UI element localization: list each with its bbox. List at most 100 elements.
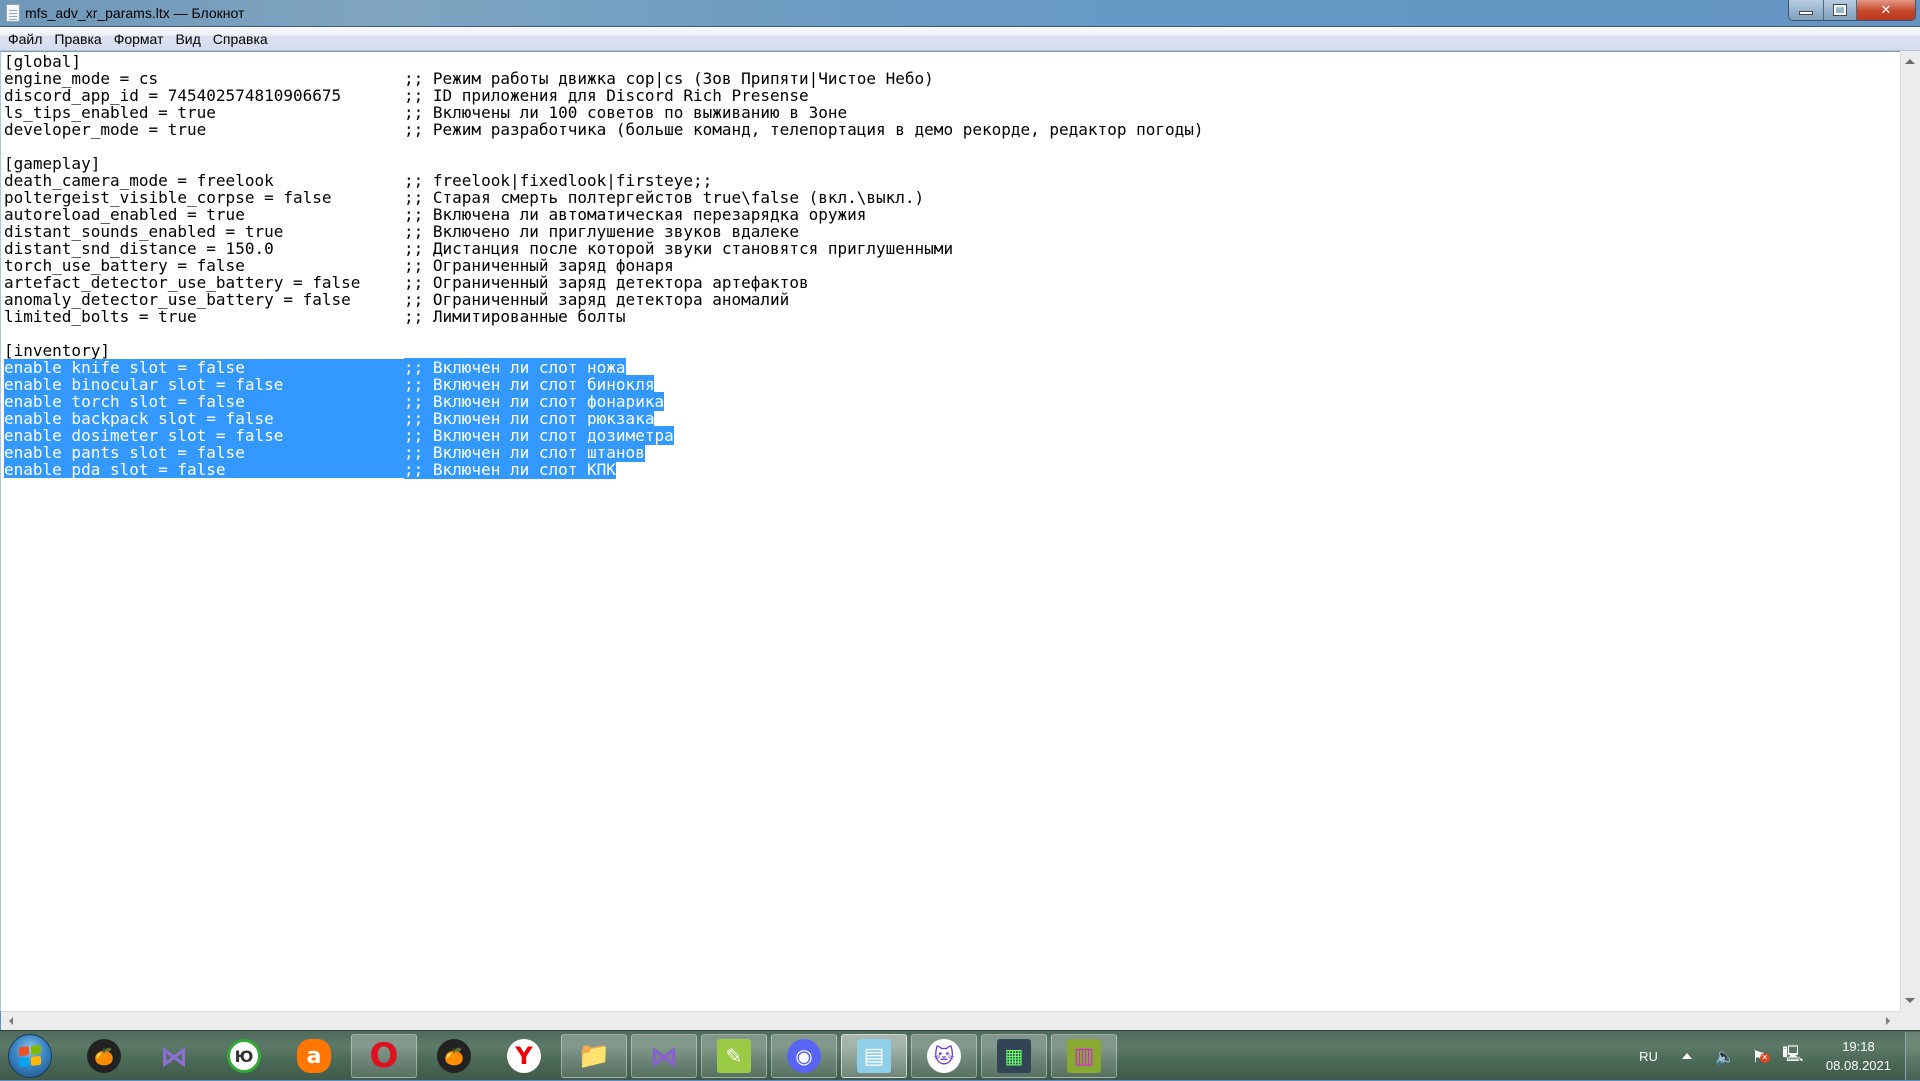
taskbar-app-yandex-browser[interactable]: Y — [491, 1034, 557, 1078]
scroll-up-icon[interactable] — [1905, 59, 1915, 64]
line-key: autoreload_enabled = true — [4, 205, 245, 224]
text-line: limited_bolts = true ;; Лимитированные бо… — [4, 308, 1204, 325]
menu-file[interactable]: Файл — [2, 31, 48, 47]
notepad-icon: ▤ — [857, 1039, 891, 1073]
visual-studio-icon: ⋈ — [650, 1039, 678, 1073]
taskbar-app-explorer[interactable]: 📁 — [561, 1034, 627, 1078]
text-line: enable_torch_slot = false;; Включен ли с… — [4, 392, 1204, 411]
menu-view[interactable]: Вид — [169, 31, 206, 47]
yu-app-icon: Ю — [227, 1039, 261, 1073]
line-key: anomaly_detector_use_battery = false — [4, 290, 351, 309]
avast-icon: a — [297, 1039, 331, 1073]
taskbar-app-winrar[interactable]: ▥ — [1051, 1034, 1117, 1078]
taskbar-app-notepad[interactable]: ▤ — [841, 1034, 907, 1078]
text-line: autoreload_enabled = true;; Включена ли … — [4, 206, 1204, 223]
taskbar-app-fl-studio-2[interactable]: 🍊 — [421, 1034, 487, 1078]
show-hidden-icons-icon[interactable] — [1681, 1053, 1692, 1059]
line-key: ls_tips_enabled = true — [4, 103, 216, 122]
clock-date: 08.08.2021 — [1825, 1058, 1891, 1073]
text-line: discord_app_id = 745402574810906675;; ID… — [4, 87, 1204, 104]
winrar-icon: ▥ — [1067, 1039, 1101, 1073]
text-editor[interactable]: [global] engine_mode = cs;; Режим работы … — [0, 51, 1900, 1011]
text-line: enable_pda_slot = false;; Включен ли сло… — [4, 460, 1204, 479]
editor-lines: [global] engine_mode = cs;; Режим работы … — [4, 52, 1204, 479]
taskbar-app-avast[interactable]: a — [281, 1034, 347, 1078]
text-line — [4, 138, 1204, 155]
window-title: mfs_adv_xr_params.ltx — Блокнот — [25, 5, 245, 21]
menu-help[interactable]: Справка — [207, 31, 274, 47]
line-key: [global] — [4, 52, 82, 71]
line-comment: ;; Режим разработчика (больше команд, те… — [404, 120, 1204, 139]
line-key: engine_mode = cs — [4, 69, 159, 88]
text-line: enable_pants_slot = false;; Включен ли с… — [4, 443, 1204, 462]
line-key: [inventory] — [4, 341, 110, 360]
minimize-button[interactable] — [1789, 0, 1824, 20]
network-icon[interactable]: 🖳 — [1782, 1044, 1804, 1067]
restore-button[interactable] — [1824, 0, 1857, 20]
taskbar-app-fl-studio[interactable]: 🍊 — [71, 1034, 137, 1078]
scroll-down-icon[interactable] — [1905, 998, 1915, 1003]
window-controls: ✕ — [1788, 0, 1916, 21]
github-desktop-icon: 🐱 — [927, 1039, 961, 1073]
notepad-plus-plus-icon: ✎ — [717, 1039, 751, 1073]
line-key: [gameplay] — [4, 154, 101, 173]
text-line: anomaly_detector_use_battery = false;; О… — [4, 291, 1204, 308]
explorer-icon: 📁 — [577, 1041, 611, 1071]
line-key: death_camera_mode = freelook — [4, 171, 274, 190]
text-line: death_camera_mode = freelook;; freelook|… — [4, 172, 1204, 189]
taskbar-app-opera[interactable]: O — [351, 1034, 417, 1078]
show-desktop-button[interactable] — [1905, 1032, 1920, 1080]
scroll-left-icon[interactable] — [9, 1017, 13, 1025]
discord-icon: ◉ — [787, 1039, 821, 1073]
line-comment: ;; Лимитированные болты — [404, 307, 626, 326]
taskbar-app-visual-studio[interactable]: ⋈ — [631, 1034, 697, 1078]
scroll-right-icon[interactable] — [1886, 1017, 1890, 1025]
taskbar-app-discord[interactable]: ◉ — [771, 1034, 837, 1078]
line-key: artefact_detector_use_battery = false — [4, 273, 361, 292]
title-bar[interactable]: mfs_adv_xr_params.ltx — Блокнот ✕ — [0, 0, 1920, 27]
line-key: enable_binocular_slot = false — [4, 376, 404, 393]
horizontal-scrollbar[interactable] — [1, 1011, 1900, 1030]
start-button[interactable] — [8, 1034, 52, 1078]
text-line: ls_tips_enabled = true;; Включены ли 100… — [4, 104, 1204, 121]
text-line: engine_mode = cs;; Режим работы движка c… — [4, 70, 1204, 87]
vertical-scrollbar[interactable] — [1900, 51, 1920, 1011]
line-key: developer_mode = true — [4, 120, 207, 139]
text-line: enable_dosimeter_slot = false;; Включен … — [4, 426, 1204, 445]
system-tray: RU 🔈 ⚑ ✕ 🖳 19:18 08.08.2021 — [1639, 1031, 1920, 1081]
clock-time: 19:18 — [1842, 1039, 1875, 1054]
text-line: distant_sounds_enabled = true;; Включено… — [4, 223, 1204, 240]
action-center-flag-icon[interactable]: ⚑ ✕ — [1748, 1045, 1770, 1067]
taskbar-app-github-desktop[interactable]: 🐱 — [911, 1034, 977, 1078]
task-manager-icon: ▦ — [997, 1039, 1031, 1073]
line-key: distant_snd_distance = 150.0 — [4, 239, 274, 258]
line-key: torch_use_battery = false — [4, 256, 245, 275]
close-button[interactable]: ✕ — [1857, 0, 1915, 20]
line-key: enable_knife_slot = false — [4, 359, 404, 376]
taskbar-app-yu-app[interactable]: Ю — [211, 1034, 277, 1078]
close-icon: ✕ — [1880, 2, 1892, 18]
text-line: enable_backpack_slot = false;; Включен л… — [4, 409, 1204, 428]
fl-studio-2-icon: 🍊 — [437, 1039, 471, 1073]
line-key: discord_app_id = 745402574810906675 — [4, 86, 342, 105]
menu-format[interactable]: Формат — [108, 31, 170, 47]
clock[interactable]: 19:18 08.08.2021 — [1826, 1037, 1891, 1075]
text-line: [gameplay] — [4, 155, 1204, 172]
taskbar-app-kmplayer[interactable]: ⋈ — [141, 1034, 207, 1078]
text-line: artefact_detector_use_battery = false;; … — [4, 274, 1204, 291]
line-key: distant_sounds_enabled = true — [4, 222, 284, 241]
taskbar-app-notepad-plus-plus[interactable]: ✎ — [701, 1034, 767, 1078]
fl-studio-icon: 🍊 — [87, 1039, 121, 1073]
text-line: enable_knife_slot = false;; Включен ли с… — [4, 358, 1204, 377]
language-indicator[interactable]: RU — [1639, 1049, 1658, 1064]
text-line — [4, 325, 1204, 342]
taskbar-app-task-manager[interactable]: ▦ — [981, 1034, 1047, 1078]
kmplayer-icon: ⋈ — [160, 1039, 188, 1073]
line-key: enable_backpack_slot = false — [4, 410, 404, 427]
menu-edit[interactable]: Правка — [48, 31, 107, 47]
opera-icon: O — [369, 1036, 399, 1076]
text-line: developer_mode = true ;; Режим разработчи… — [4, 121, 1204, 138]
text-line: poltergeist_visible_corpse = false;; Ста… — [4, 189, 1204, 206]
volume-icon[interactable]: 🔈 — [1714, 1045, 1736, 1067]
line-comment: ;; Включен ли слот КПК — [404, 460, 616, 479]
